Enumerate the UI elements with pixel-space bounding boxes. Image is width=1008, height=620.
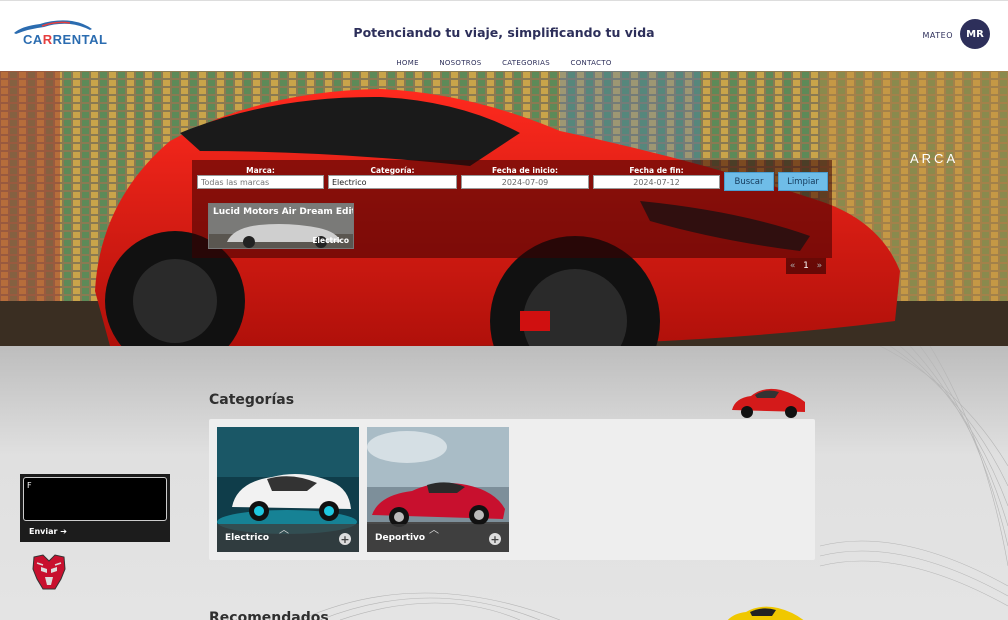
svg-text:ARCA: ARCA xyxy=(910,151,958,166)
top-header: CARRENTAL Potenciando tu viaje, simplifi… xyxy=(0,0,1008,71)
end-date-field: Fecha de fin: xyxy=(593,166,720,189)
nav-home[interactable]: HOME xyxy=(396,59,418,67)
search-panel: Marca: Categoría: Fecha de inicio: Fecha… xyxy=(192,160,832,274)
result-title: Lucid Motors Air Dream Edition xyxy=(213,207,353,217)
category-name: Deportivo xyxy=(375,533,426,543)
chat-input[interactable]: F xyxy=(23,477,167,521)
end-date-input[interactable] xyxy=(593,175,720,189)
slogan: Potenciando tu viaje, simplificando tu v… xyxy=(353,25,655,40)
main-nav: HOME NOSOTROS CATEGORIAS CONTACTO xyxy=(0,59,1008,67)
chevron-up-icon: ︿ xyxy=(279,525,289,536)
brand-field: Marca: xyxy=(197,166,324,189)
start-date-field: Fecha de inicio: xyxy=(461,166,589,189)
send-button[interactable]: Enviar ➔ xyxy=(29,527,67,536)
autobot-badge-icon[interactable] xyxy=(31,553,67,591)
clear-button[interactable]: Limpiar xyxy=(778,172,828,191)
start-date-input[interactable] xyxy=(461,175,589,189)
category-label: Categoría: xyxy=(370,166,415,175)
next-page-button[interactable]: » xyxy=(817,261,823,271)
category-field: Categoría: xyxy=(328,166,457,189)
category-name: Electrico xyxy=(225,533,270,543)
user-name[interactable]: MATEO xyxy=(923,31,954,40)
brand-input[interactable] xyxy=(197,175,324,189)
end-date-label: Fecha de fin: xyxy=(629,166,684,175)
nav-contacto[interactable]: CONTACTO xyxy=(571,59,612,67)
categories-panel: ︿ Electrico + ︿ Deportivo + xyxy=(209,419,815,560)
plus-icon[interactable]: + xyxy=(339,533,351,545)
search-button[interactable]: Buscar xyxy=(724,172,774,191)
yellow-car-icon xyxy=(727,606,804,620)
categories-title: Categorías xyxy=(209,392,295,408)
avatar[interactable]: MR xyxy=(960,19,990,49)
start-date-label: Fecha de inicio: xyxy=(491,166,559,175)
brand-label: Marca: xyxy=(246,166,275,175)
chat-widget: F Enviar ➔ xyxy=(20,474,170,542)
result-category: Electrico xyxy=(312,236,349,245)
category-input[interactable] xyxy=(328,175,457,189)
hero-banner: ARCA Marca: Categoría: Fecha de inicio: … xyxy=(0,71,1008,346)
category-card-electrico[interactable]: ︿ Electrico + xyxy=(217,427,359,552)
nav-categorias[interactable]: CATEGORIAS xyxy=(502,59,550,67)
category-card-deportivo[interactable]: ︿ Deportivo + xyxy=(367,427,509,552)
page-number[interactable]: 1 xyxy=(803,261,809,271)
red-car-icon xyxy=(732,388,805,418)
prev-page-button[interactable]: « xyxy=(790,261,796,271)
result-card[interactable]: Lucid Motors Air Dream Edition Electrico xyxy=(208,203,354,249)
chevron-up-icon: ︿ xyxy=(429,525,439,536)
recommended-title: Recomendados xyxy=(209,610,329,620)
plus-icon[interactable]: + xyxy=(489,533,501,545)
pagination: « 1 » xyxy=(786,258,826,274)
nav-nosotros[interactable]: NOSOTROS xyxy=(439,59,481,67)
